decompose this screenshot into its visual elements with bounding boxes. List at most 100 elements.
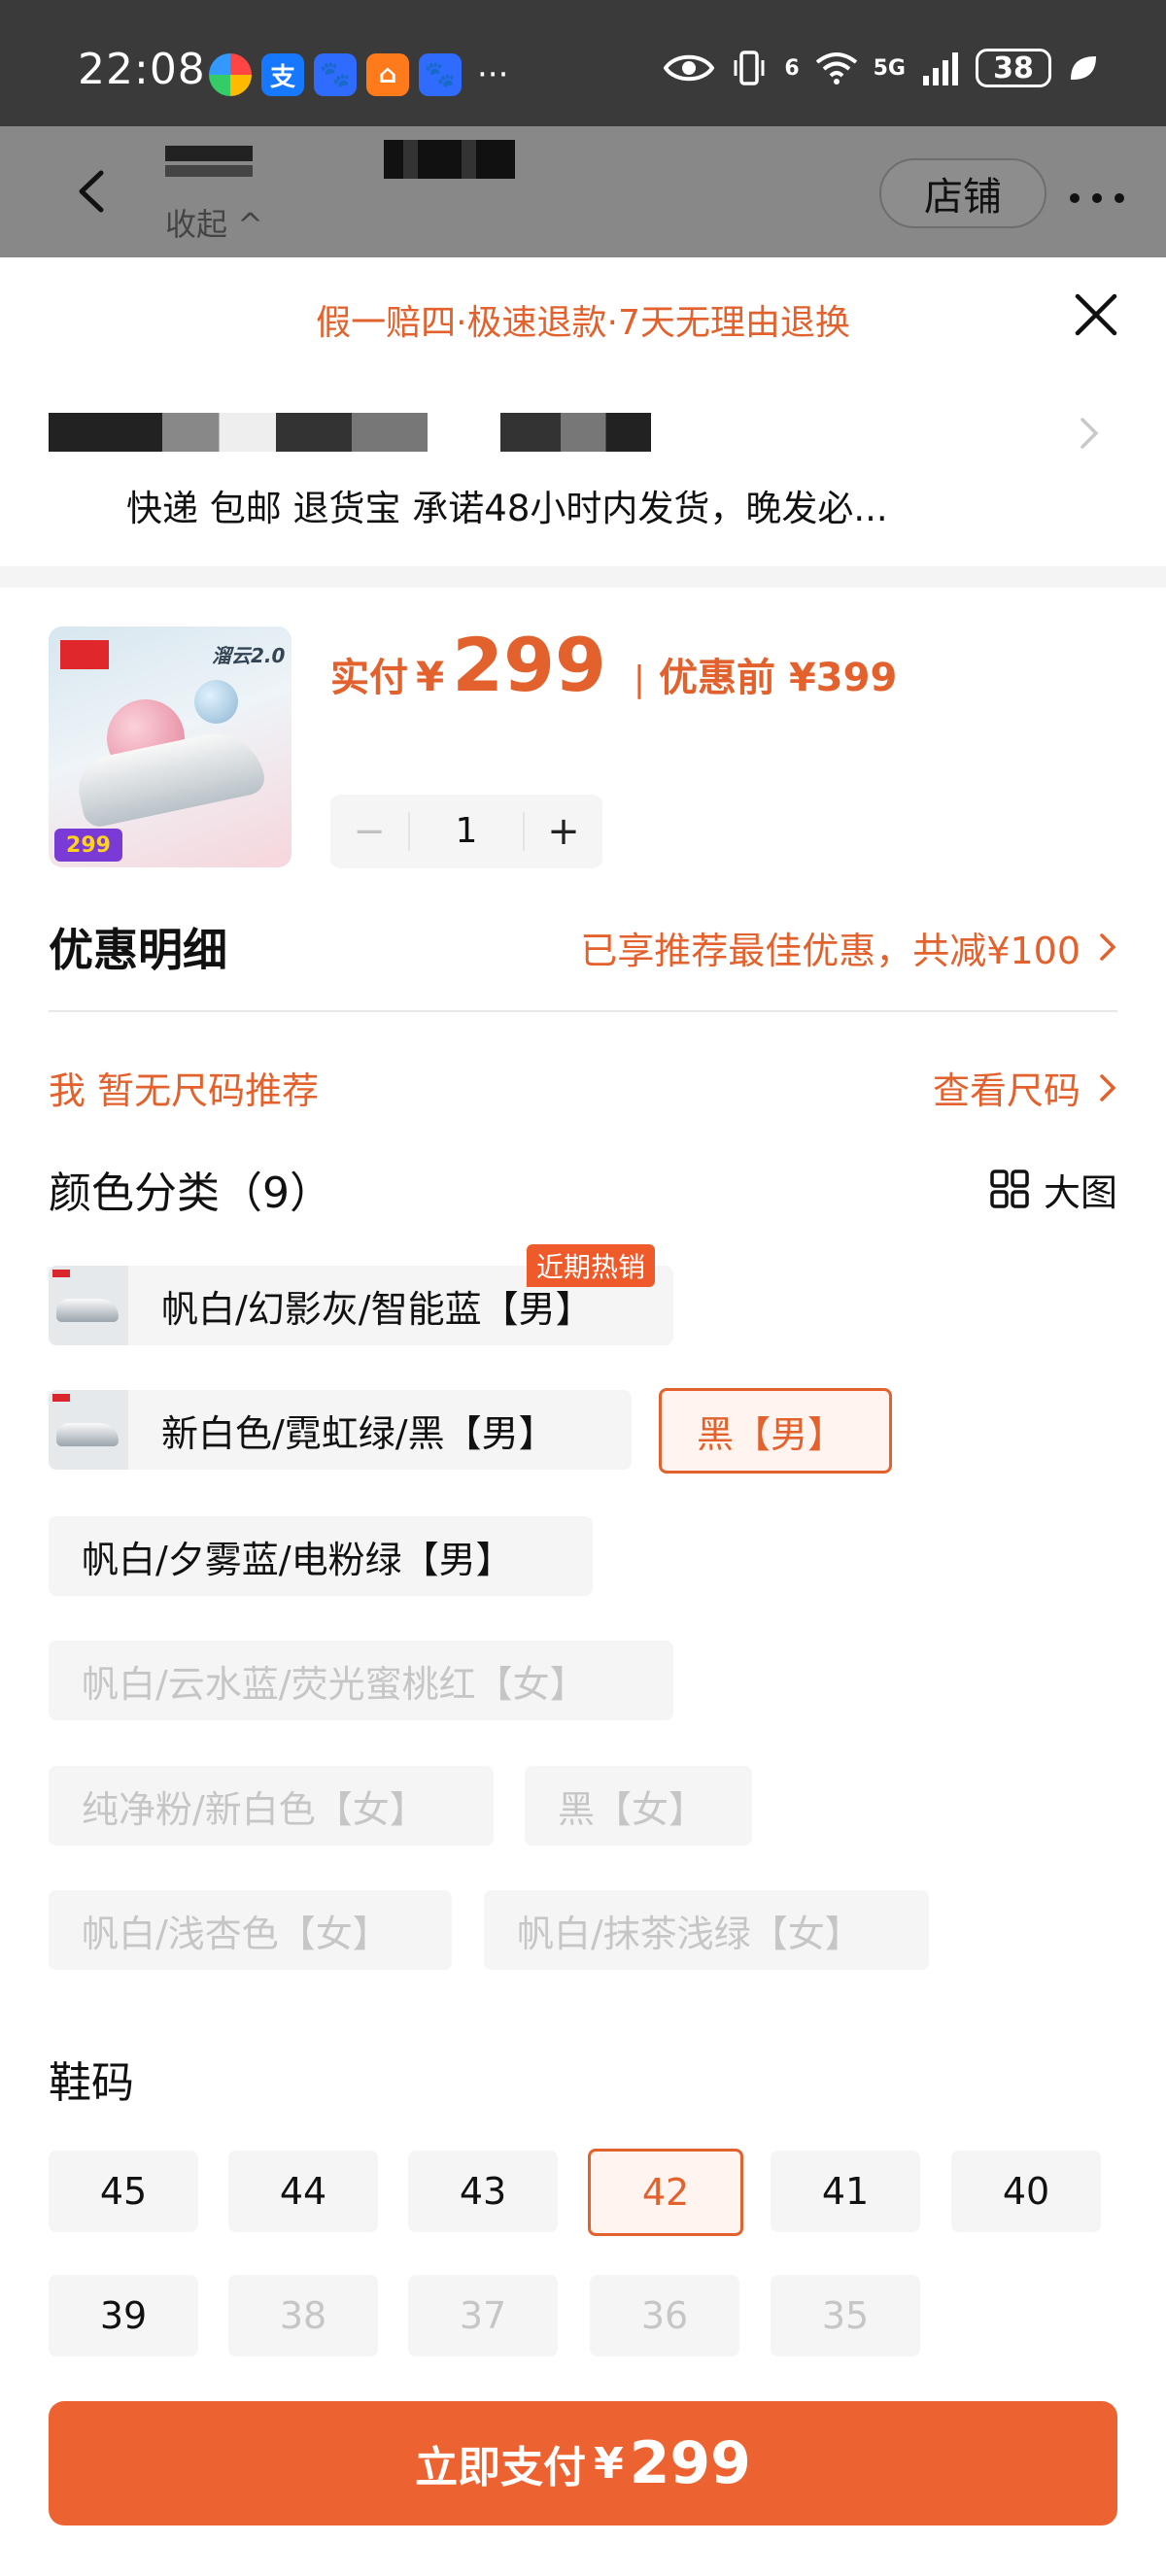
size-label: 44	[279, 2170, 327, 2213]
signal-icon	[923, 52, 958, 85]
leaf-icon	[1071, 56, 1096, 80]
size-option[interactable]: 45	[49, 2151, 198, 2232]
size-option-disabled[interactable]: 36	[590, 2275, 739, 2356]
system-icons: 6 5G 38	[664, 49, 1098, 87]
color-option-label: 帆白/抹茶浅绿【女】	[517, 1912, 862, 1955]
size-label: 45	[99, 2170, 148, 2213]
color-option-label: 新白色/霓虹绿/黑【男】	[161, 1411, 556, 1455]
network-label: 5G	[873, 55, 906, 81]
size-label: 43	[459, 2170, 507, 2213]
redacted-shop-name-2	[165, 165, 253, 177]
size-option-disabled[interactable]: 37	[408, 2275, 558, 2356]
more-options-icon[interactable]	[1069, 188, 1125, 204]
pay-amount: 299	[629, 2429, 751, 2497]
redacted-address-2[interactable]	[500, 413, 651, 452]
color-option[interactable]: 帆白/夕雾蓝/电粉绿【男】	[49, 1516, 593, 1596]
discount-value-text: 已享推荐最佳优惠，共减¥100	[580, 929, 1080, 972]
view-size-link[interactable]: 查看尺码	[933, 1061, 1117, 1114]
size-option[interactable]: 44	[228, 2151, 378, 2232]
pay-label: 立即支付	[415, 2443, 587, 2492]
multicolor-app-icon	[209, 53, 252, 96]
size-option[interactable]: 40	[951, 2151, 1101, 2232]
alipay-icon: 支	[261, 53, 304, 96]
color-section-title: 颜色分类（9）	[49, 1169, 332, 1218]
color-option-label: 帆白/云水蓝/荧光蜜桃红【女】	[82, 1662, 587, 1706]
battery-icon: 38	[976, 49, 1051, 87]
app-header: 收起 ^ 店铺	[0, 126, 1166, 257]
decrease-button[interactable]: −	[330, 809, 408, 854]
vibrate-icon	[734, 51, 765, 85]
guarantee-banner: 假一赔四·极速退款·7天无理由退换	[316, 303, 850, 343]
color-option-disabled[interactable]: 帆白/抹茶浅绿【女】	[484, 1890, 929, 1970]
discount-title: 优惠明细	[49, 924, 227, 976]
eye-icon	[664, 54, 715, 82]
color-section-header: 颜色分类（9） 大图	[49, 1158, 1117, 1220]
image-price-tag: 299	[54, 829, 122, 862]
color-option-label: 黑【男】	[697, 1412, 845, 1456]
size-option-disabled[interactable]: 38	[228, 2275, 378, 2356]
price-separator: |	[633, 660, 646, 699]
decor-ball-2	[194, 680, 238, 724]
chevron-right-icon	[1100, 933, 1116, 961]
grid-icon	[990, 1169, 1029, 1208]
back-arrow-icon[interactable]	[68, 167, 117, 216]
size-option[interactable]: 43	[408, 2151, 558, 2232]
view-size-label: 查看尺码	[932, 1069, 1080, 1112]
size-label: 39	[99, 2294, 148, 2337]
baidu-paw-icon: 🐾	[314, 53, 357, 96]
color-option-disabled[interactable]: 帆白/浅杏色【女】	[49, 1890, 452, 1970]
size-label: 42	[641, 2171, 690, 2214]
size-option[interactable]: 39	[49, 2275, 198, 2356]
color-thumbnail	[49, 1266, 128, 1345]
big-image-toggle[interactable]: 大图	[989, 1163, 1117, 1216]
baidu-paw-icon-2: 🐾	[419, 53, 462, 96]
size-option-disabled[interactable]: 35	[771, 2275, 920, 2356]
chevron-right-icon[interactable]	[1079, 416, 1100, 451]
notification-icons: 支 🐾 ⌂ 🐾 ···	[209, 53, 508, 96]
color-option-label: 帆白/夕雾蓝/电粉绿【男】	[82, 1538, 513, 1581]
color-option-selected[interactable]: 黑【男】	[659, 1388, 892, 1474]
discount-value: 已享推荐最佳优惠，共减¥100	[580, 921, 1117, 974]
color-option[interactable]: 新白色/霓虹绿/黑【男】	[49, 1390, 632, 1470]
discount-detail-row[interactable]: 优惠明细 已享推荐最佳优惠，共减¥100	[49, 908, 1117, 986]
price-value: 299	[452, 622, 606, 708]
color-option-label: 黑【女】	[558, 1787, 706, 1831]
color-option-disabled[interactable]: 帆白/云水蓝/荧光蜜桃红【女】	[49, 1641, 673, 1720]
redacted-shop-logo	[384, 140, 515, 179]
size-recommend-text: 我 暂无尺码推荐	[49, 1069, 320, 1112]
status-bar: 22:08 支 🐾 ⌂ 🐾 ··· 6 5G 38	[0, 0, 1166, 126]
color-thumbnail	[49, 1390, 128, 1470]
wifi-label: 6	[784, 55, 800, 81]
big-image-label: 大图	[1043, 1170, 1117, 1214]
product-image-brand: 溜云2.0	[212, 644, 286, 667]
pay-now-button[interactable]: 立即支付 ¥ 299	[49, 2401, 1117, 2525]
size-recommend-row: 我 暂无尺码推荐 查看尺码	[49, 1061, 1117, 1114]
color-option-label: 帆白/浅杏色【女】	[82, 1912, 390, 1955]
quantity-value[interactable]: 1	[408, 812, 525, 851]
price-row: 实付 ¥ 299 | 优惠前 ¥399	[330, 622, 897, 708]
size-option[interactable]: 41	[771, 2151, 920, 2232]
size-label: 36	[640, 2294, 689, 2337]
redacted-shop-name	[165, 146, 253, 161]
size-label: 38	[279, 2294, 327, 2337]
collapse-link[interactable]: 收起 ^	[165, 200, 263, 245]
redacted-address[interactable]	[49, 413, 428, 452]
size-option-selected[interactable]: 42	[588, 2149, 743, 2236]
product-image[interactable]: 溜云2.0 299	[49, 627, 292, 867]
divider	[49, 1010, 1117, 1012]
quantity-stepper: − 1 +	[330, 795, 602, 868]
status-time: 22:08	[78, 45, 206, 94]
store-button[interactable]: 店铺	[879, 158, 1046, 228]
size-section-title: 鞋码	[49, 2058, 134, 2108]
size-label: 35	[821, 2294, 870, 2337]
price-label: 实付	[330, 656, 408, 700]
hot-sale-badge: 近期热销	[527, 1244, 656, 1287]
color-option-disabled[interactable]: 黑【女】	[525, 1766, 752, 1846]
more-notifications-icon: ···	[477, 55, 509, 94]
increase-button[interactable]: +	[525, 809, 602, 854]
color-option-disabled[interactable]: 纯净粉/新白色【女】	[49, 1766, 494, 1846]
size-label: 40	[1002, 2170, 1050, 2213]
section-divider	[0, 566, 1166, 588]
close-icon[interactable]	[1074, 292, 1118, 337]
price-before-discount: 优惠前 ¥399	[659, 656, 898, 700]
